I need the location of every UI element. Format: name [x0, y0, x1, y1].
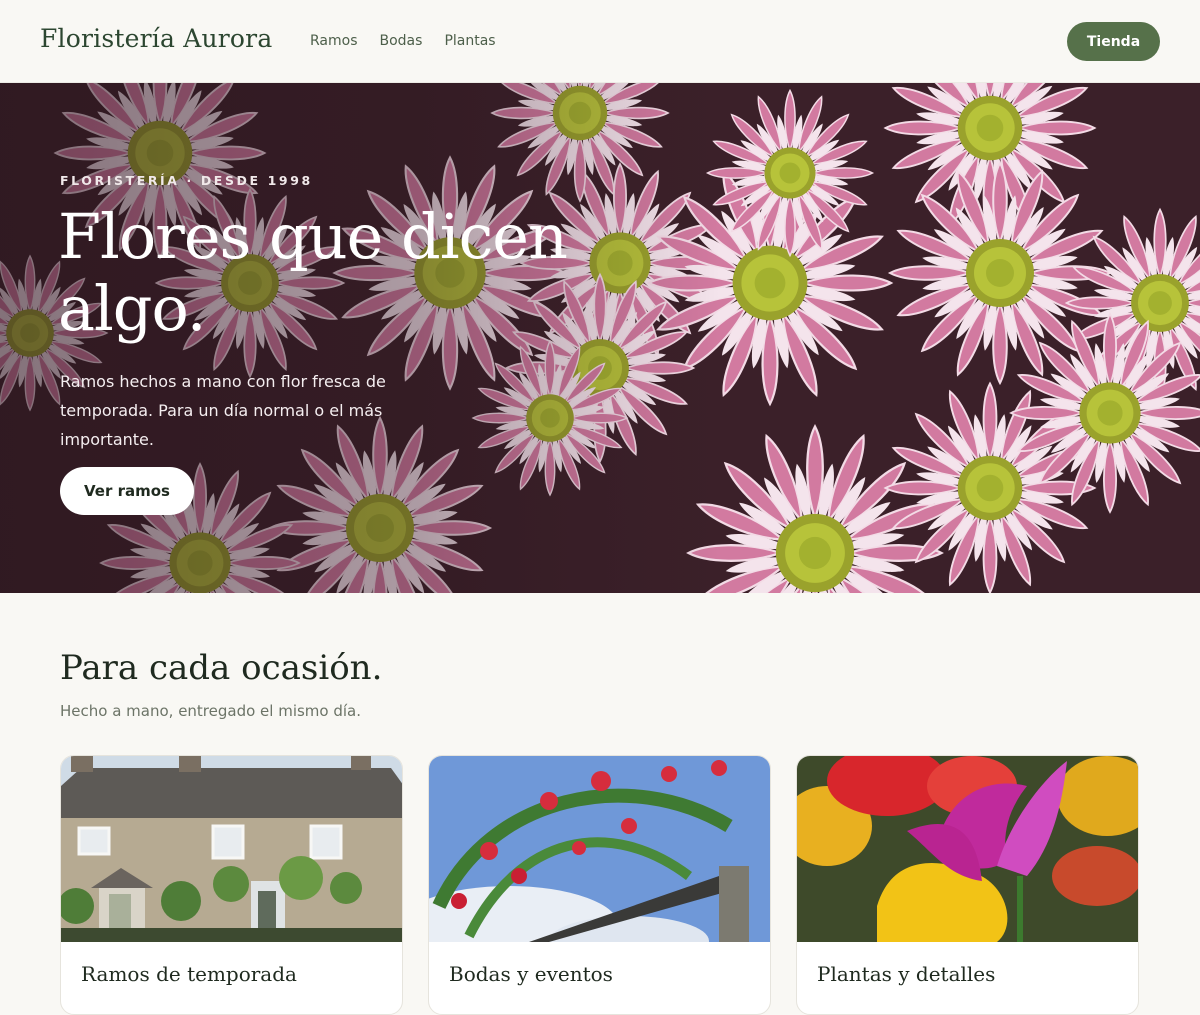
brand-logo[interactable]: Floristería Aurora [40, 24, 272, 53]
card-bodas[interactable]: Bodas y eventos [428, 755, 771, 1015]
view-bouquets-button[interactable]: Ver ramos [60, 467, 194, 515]
card-title: Plantas y detalles [817, 962, 996, 986]
hero-eyebrow: FLORISTERÍA · DESDE 1998 [60, 173, 313, 188]
nav-plantas[interactable]: Plantas [444, 33, 495, 49]
card-title: Ramos de temporada [81, 962, 297, 986]
hero-title: Flores que dicen algo. [58, 200, 568, 345]
nav-ramos[interactable]: Ramos [310, 33, 358, 49]
hero-banner: FLORISTERÍA · DESDE 1998 Flores que dice… [0, 83, 1200, 593]
cottage-image [61, 756, 402, 942]
card-ramos[interactable]: Ramos de temporada [60, 755, 403, 1015]
section-title: Para cada ocasión. [60, 648, 383, 688]
tulips-image [797, 756, 1138, 942]
section-subtitle: Hecho a mano, entregado el mismo día. [60, 702, 362, 720]
shop-button[interactable]: Tienda [1067, 22, 1160, 61]
roses-image [429, 756, 770, 942]
card-title: Bodas y eventos [449, 962, 613, 986]
site-header: Floristería Aurora Ramos Bodas Plantas T… [0, 0, 1200, 83]
main-nav: Ramos Bodas Plantas [310, 33, 496, 49]
hero-description: Ramos hechos a mano con flor fresca de t… [60, 372, 386, 449]
card-plantas[interactable]: Plantas y detalles [796, 755, 1139, 1015]
nav-bodas[interactable]: Bodas [380, 33, 423, 49]
